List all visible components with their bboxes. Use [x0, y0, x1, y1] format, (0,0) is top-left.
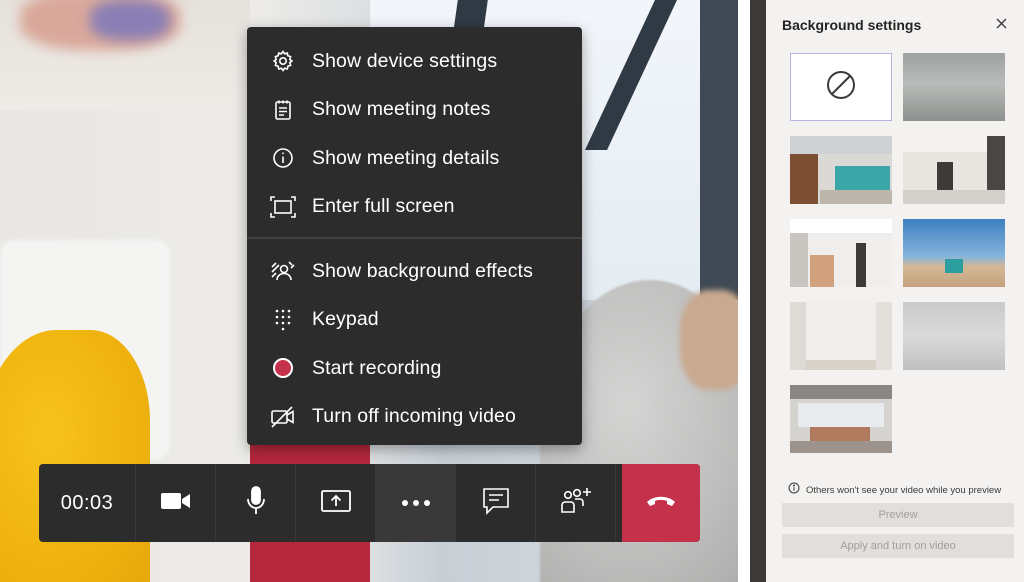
- close-button[interactable]: [990, 14, 1012, 36]
- background-option-white-room[interactable]: [790, 302, 892, 370]
- close-icon: [996, 16, 1007, 34]
- menu-item-meeting-notes[interactable]: Show meeting notes: [247, 86, 582, 135]
- preview-note: Others won't see your video while you pr…: [788, 481, 1001, 499]
- menu-item-label: Show device settings: [312, 49, 498, 72]
- background-yellow-object: [0, 330, 150, 582]
- menu-item-label: Show meeting details: [312, 146, 500, 169]
- background-option-blur[interactable]: [903, 53, 1005, 121]
- gear-icon: [269, 47, 297, 75]
- preview-button[interactable]: Preview: [782, 503, 1014, 527]
- background-window-frame: [700, 0, 738, 300]
- menu-item-device-settings[interactable]: Show device settings: [247, 37, 582, 86]
- call-control-bar: 00:03: [39, 464, 700, 542]
- apply-button[interactable]: Apply and turn on video: [782, 534, 1014, 558]
- call-timer: 00:03: [39, 464, 136, 542]
- menu-item-label: Show meeting notes: [312, 98, 491, 121]
- background-option-soft-blur[interactable]: [903, 302, 1005, 370]
- menu-item-label: Enter full screen: [312, 195, 455, 218]
- none-icon: [825, 69, 857, 106]
- hang-up-icon: [645, 494, 677, 513]
- preview-note-text: Others won't see your video while you pr…: [806, 484, 1002, 496]
- share-screen-button[interactable]: [296, 464, 376, 542]
- chat-button[interactable]: [456, 464, 536, 542]
- background-option-hallway[interactable]: [903, 136, 1005, 204]
- menu-item-start-recording[interactable]: Start recording: [247, 344, 582, 393]
- background-option-beach[interactable]: [903, 219, 1005, 287]
- panel-title: Background settings: [782, 17, 922, 33]
- background-settings-panel: Background settings Others won't see you…: [766, 0, 1024, 582]
- menu-item-background-effects[interactable]: Show background effects: [247, 247, 582, 296]
- participants-button[interactable]: [536, 464, 616, 542]
- menu-item-incoming-video[interactable]: Turn off incoming video: [247, 393, 582, 442]
- hang-up-button[interactable]: [622, 464, 700, 542]
- video-off-icon: [269, 403, 297, 431]
- menu-item-label: Turn off incoming video: [312, 405, 516, 428]
- background-option-lounge[interactable]: [790, 385, 892, 453]
- more-options-button[interactable]: [376, 464, 456, 542]
- layout-divider: [750, 0, 766, 582]
- notes-icon: [269, 96, 297, 124]
- share-screen-icon: [320, 488, 352, 519]
- background-effects-icon: [269, 257, 297, 285]
- background-option-none[interactable]: [790, 53, 892, 121]
- participants-icon: [559, 486, 593, 521]
- background-option-office[interactable]: [790, 136, 892, 204]
- menu-divider: [247, 237, 582, 239]
- microphone-icon: [245, 485, 267, 522]
- menu-item-keypad[interactable]: Keypad: [247, 296, 582, 345]
- more-actions-menu: Show device settings Show meeting notes …: [247, 27, 582, 445]
- microphone-button[interactable]: [216, 464, 296, 542]
- more-options-icon: [401, 494, 431, 512]
- chat-icon: [481, 486, 511, 521]
- camera-icon: [160, 490, 192, 517]
- menu-item-meeting-details[interactable]: Show meeting details: [247, 134, 582, 183]
- background-option-loft[interactable]: [790, 219, 892, 287]
- info-icon: [788, 481, 800, 499]
- participant-hair: [680, 290, 738, 390]
- fullscreen-icon: [269, 193, 297, 221]
- record-icon: [269, 354, 297, 382]
- info-icon: [269, 144, 297, 172]
- camera-button[interactable]: [136, 464, 216, 542]
- background-decoration: [90, 0, 170, 40]
- keypad-icon: [269, 306, 297, 334]
- menu-item-label: Show background effects: [312, 259, 533, 282]
- menu-item-label: Keypad: [312, 308, 379, 331]
- menu-item-full-screen[interactable]: Enter full screen: [247, 183, 582, 232]
- menu-item-label: Start recording: [312, 356, 442, 379]
